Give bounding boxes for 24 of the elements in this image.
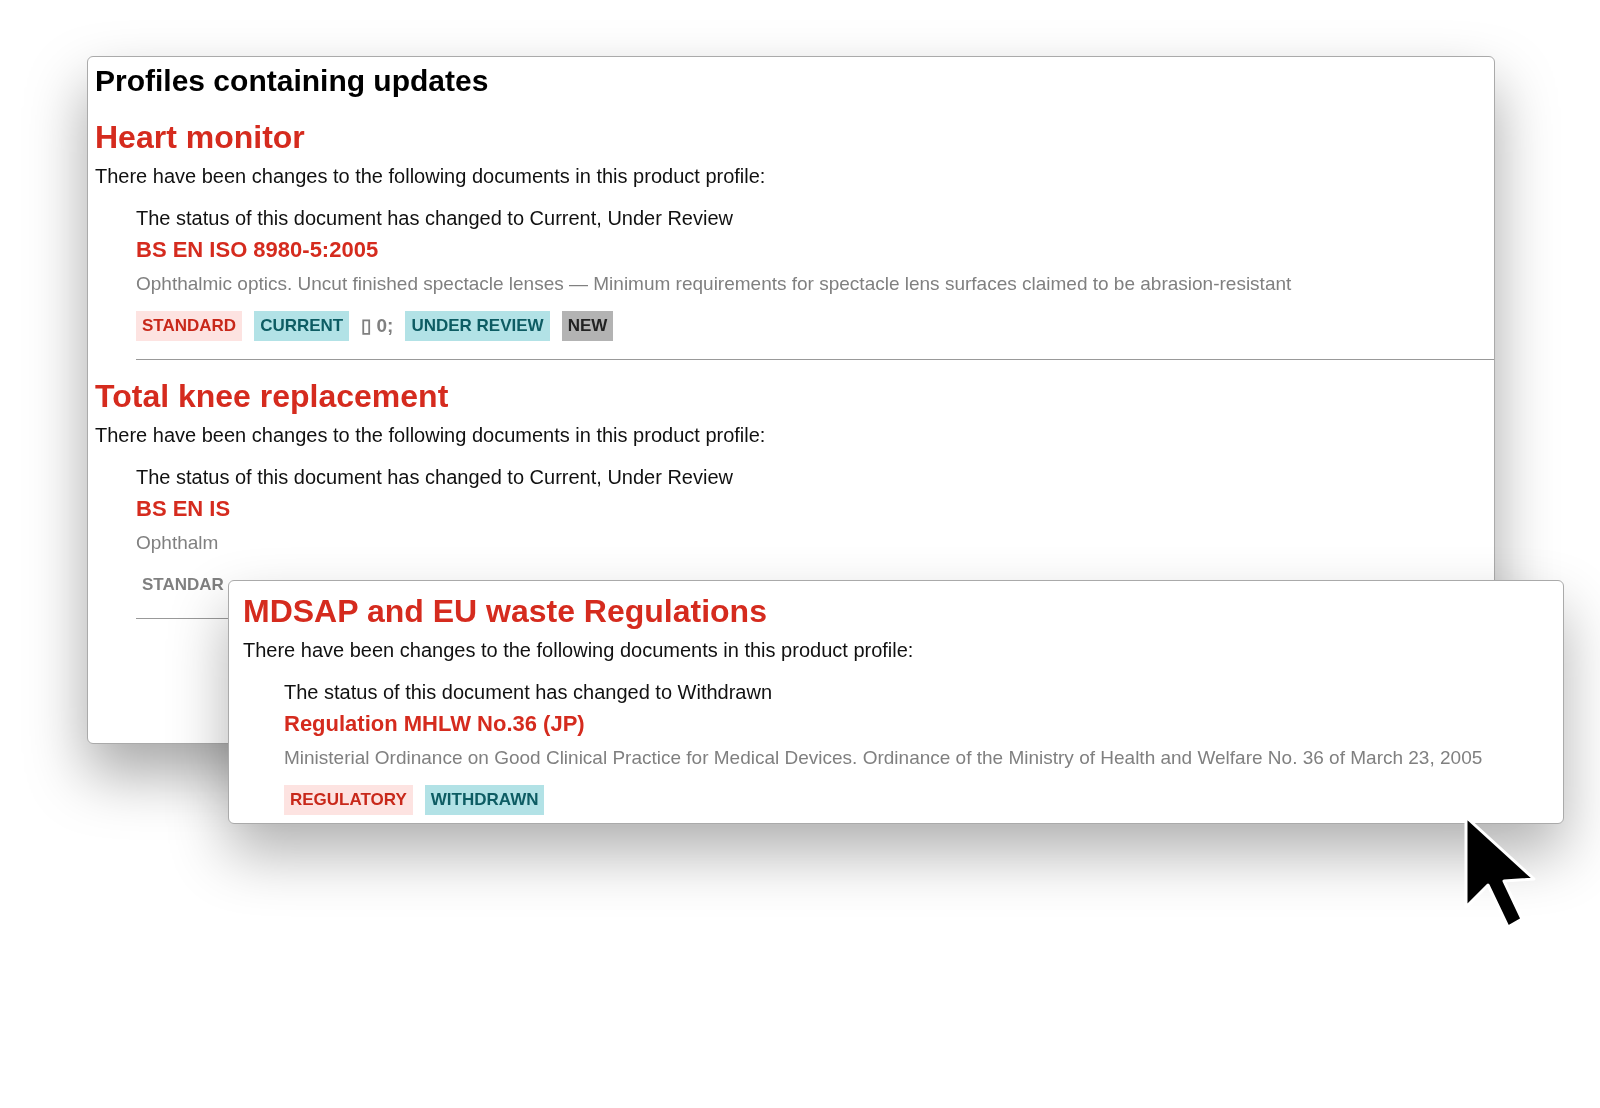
document-link[interactable]: BS EN IS [136, 492, 231, 526]
tag-label: STANDAR [141, 574, 225, 596]
document-link[interactable]: BS EN ISO 8980-5:2005 [136, 233, 379, 267]
page-heading: Profiles containing updates [95, 63, 490, 99]
tag-label: REGULATORY [284, 785, 413, 815]
document-link[interactable]: Regulation MHLW No.36 (JP) [284, 707, 585, 741]
tag-label: UNDER REVIEW [405, 311, 550, 341]
tag-label: WITHDRAWN [424, 785, 545, 815]
tag-label: CURRENT [254, 311, 350, 341]
document-description: Ophthalm [136, 531, 220, 555]
stray-text: ▯ 0; [361, 314, 394, 338]
tag-label: STANDARD [136, 311, 243, 341]
profile-intro: There have been changes to the following documents in this product profile: [95, 423, 767, 448]
profile-title: MDSAP and EU waste Regulations [243, 592, 768, 631]
profile-intro: There have been changes to the following documents in this product profile: [243, 638, 915, 663]
profile-title: Total knee replacement [95, 377, 450, 416]
tag-label: NEW [561, 311, 614, 341]
status-note: The status of this document has changed to Current, Under Review [136, 465, 734, 490]
document-description: Ministerial Ordinance on Good Clinical Practice for Medical Devices. Ordinance of the Ministry of Health and Welfare No. 36 of March 23, 2005 [284, 746, 1484, 770]
profile-title: Heart monitor [95, 118, 306, 157]
status-note: The status of this document has changed to Current, Under Review [136, 206, 734, 231]
profile-intro: There have been changes to the following documents in this product profile: [95, 164, 767, 189]
status-note: The status of this document has changed to Withdrawn [284, 680, 774, 705]
document-description: Ophthalmic optics. Uncut finished spectacle lenses — Minimum requirements for spectacle lens surfaces claimed to be abrasion-resistant [136, 272, 1293, 296]
